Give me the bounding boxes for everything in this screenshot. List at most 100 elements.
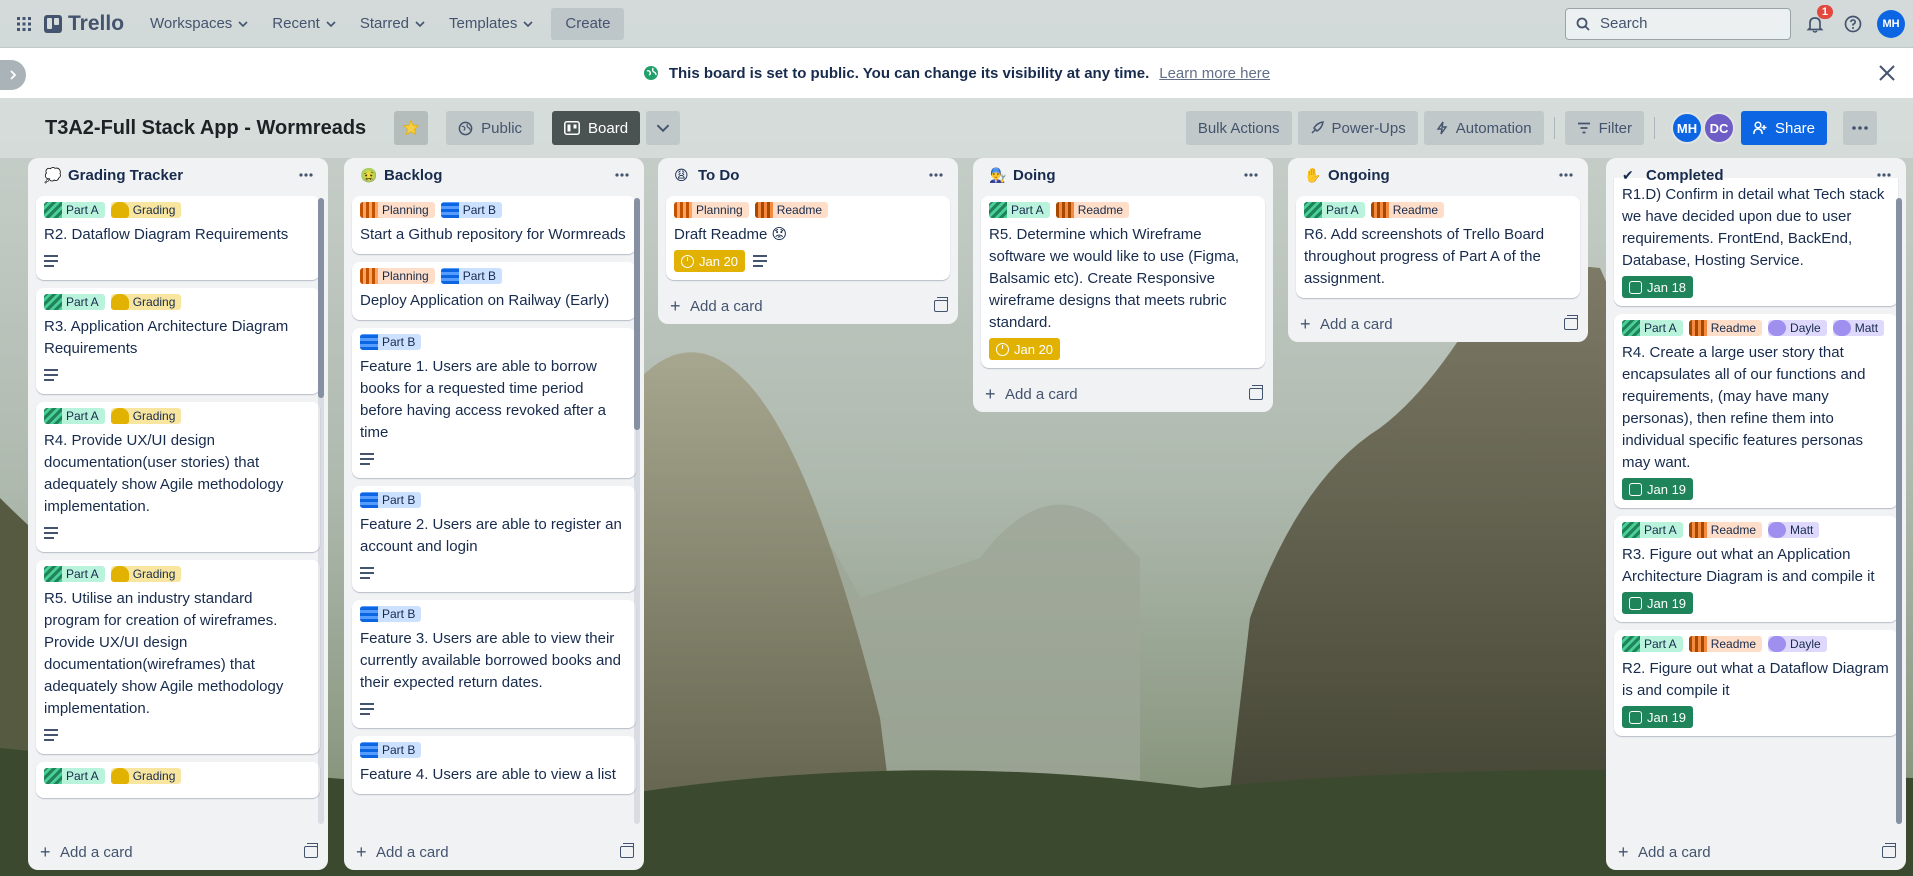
list-title[interactable]: Completed xyxy=(1646,167,1724,184)
card-label[interactable]: Readme xyxy=(1688,636,1763,652)
card-label[interactable]: Grading xyxy=(110,408,182,424)
card-label[interactable]: Part A xyxy=(44,566,105,582)
card[interactable]: Planning Readme Draft Readme 😟 Jan 20 xyxy=(666,196,950,280)
create-button[interactable]: Create xyxy=(551,7,625,40)
due-date-badge[interactable]: Jan 19 xyxy=(1622,706,1694,728)
card-label[interactable]: Part A xyxy=(1622,636,1683,652)
share-button[interactable]: Share xyxy=(1740,111,1827,145)
due-date-badge[interactable]: Jan 18 xyxy=(1622,276,1694,298)
card[interactable]: Part A Grading xyxy=(36,762,320,798)
list-scrollbar-thumb[interactable] xyxy=(634,198,640,430)
card-template-icon[interactable] xyxy=(934,297,948,312)
search-box[interactable]: Search xyxy=(1565,7,1791,40)
board-title[interactable]: T3A2-Full Stack App - Wormreads xyxy=(45,117,366,140)
card-label[interactable]: Part A xyxy=(44,408,105,424)
card-label[interactable]: Grading xyxy=(110,202,182,218)
card[interactable]: Part A Grading R2. Dataflow Diagram Requir… xyxy=(36,196,320,280)
list-title[interactable]: Grading Tracker xyxy=(68,167,183,184)
card-label[interactable]: Readme xyxy=(754,202,829,218)
member-avatar[interactable]: DC xyxy=(1702,112,1735,144)
card[interactable]: Part B Feature 4. Users are able to view … xyxy=(352,736,636,794)
board-view-button[interactable]: Board xyxy=(552,111,641,145)
card-label[interactable]: Part A xyxy=(1622,522,1683,538)
card-label[interactable]: Part B xyxy=(360,334,422,350)
card-label[interactable]: Part A xyxy=(44,294,105,310)
card-label[interactable]: Part A xyxy=(1304,202,1365,218)
member-avatar[interactable]: MH xyxy=(1670,112,1703,144)
card[interactable]: Part A Readme Dayle R2. Figure out what a D… xyxy=(1614,630,1898,736)
list-actions-icon[interactable] xyxy=(1874,165,1894,185)
add-card-button[interactable]: + Add a card xyxy=(344,834,644,870)
learn-more-link[interactable]: Learn more here xyxy=(1159,65,1270,82)
list-header[interactable]: 😩 To Do xyxy=(658,158,958,192)
automation-button[interactable]: Automation xyxy=(1423,111,1544,145)
card-label[interactable]: Part B xyxy=(360,606,422,622)
add-card-button[interactable]: + Add a card xyxy=(658,288,958,324)
card-label[interactable]: Readme xyxy=(1688,320,1763,336)
list-title[interactable]: Doing xyxy=(1013,167,1056,184)
card[interactable]: Part A Readme Matt R3. Figure out what an A… xyxy=(1614,516,1898,622)
board-menu-button[interactable] xyxy=(1843,111,1877,145)
card-label[interactable]: Grading xyxy=(110,294,182,310)
card-template-icon[interactable] xyxy=(620,843,634,858)
list-actions-icon[interactable] xyxy=(612,165,632,185)
card-label[interactable]: Readme xyxy=(1370,202,1445,218)
list-actions-icon[interactable] xyxy=(1556,165,1576,185)
card-label[interactable]: Planning xyxy=(360,202,435,218)
star-board-button[interactable] xyxy=(394,111,429,145)
view-switcher-button[interactable] xyxy=(646,111,681,145)
list-title[interactable]: Ongoing xyxy=(1328,167,1390,184)
list-title[interactable]: To Do xyxy=(698,167,739,184)
list-actions-icon[interactable] xyxy=(296,165,316,185)
recent-menu[interactable]: Recent xyxy=(260,8,348,40)
card-label[interactable]: Planning xyxy=(674,202,749,218)
list-actions-icon[interactable] xyxy=(1241,165,1261,185)
card[interactable]: Part A Grading R3. Application Architectur… xyxy=(36,288,320,394)
card[interactable]: Part A Grading R5. Utilise an industry sta… xyxy=(36,560,320,754)
card-label[interactable]: Part A xyxy=(1622,320,1683,336)
card[interactable]: R1.D) Confirm in detail what Tech stack … xyxy=(1614,178,1898,306)
card-label[interactable]: Part A xyxy=(44,768,105,784)
power-ups-button[interactable]: Power-Ups xyxy=(1297,111,1418,145)
card-label[interactable]: Matt xyxy=(1768,522,1820,538)
card[interactable]: Planning Part B Start a Github repository … xyxy=(352,196,636,254)
due-date-badge[interactable]: Jan 20 xyxy=(989,338,1061,360)
card[interactable]: Part B Feature 2. Users are able to regis… xyxy=(352,486,636,592)
card-template-icon[interactable] xyxy=(304,843,318,858)
card-label[interactable]: Part B xyxy=(360,492,422,508)
workspaces-menu[interactable]: Workspaces xyxy=(138,8,260,40)
card[interactable]: Part A Readme R5. Determine which Wirefram… xyxy=(981,196,1265,368)
card[interactable]: Part A Grading R4. Provide UX/UI design do… xyxy=(36,402,320,552)
card-template-icon[interactable] xyxy=(1564,315,1578,330)
add-card-button[interactable]: + Add a card xyxy=(973,376,1273,412)
card-label[interactable]: Readme xyxy=(1688,522,1763,538)
card[interactable]: Part B Feature 3. Users are able to view … xyxy=(352,600,636,728)
card-label[interactable]: Part A xyxy=(44,202,105,218)
close-icon[interactable] xyxy=(1875,61,1899,85)
list-header[interactable]: 👨‍🔧 Doing xyxy=(973,158,1273,192)
card[interactable]: Part A Readme R6. Add screenshots of Trell… xyxy=(1296,196,1580,298)
card-label[interactable]: Grading xyxy=(110,768,182,784)
list-header[interactable]: 🤢 Backlog xyxy=(344,158,644,192)
templates-menu[interactable]: Templates xyxy=(437,8,545,40)
card-label[interactable]: Dayle xyxy=(1768,320,1827,336)
card-label[interactable]: Part B xyxy=(440,268,503,284)
card-label[interactable]: Part B xyxy=(440,202,503,218)
trello-logo[interactable]: Trello xyxy=(44,12,124,36)
card-label[interactable]: Dayle xyxy=(1768,636,1827,652)
list-header[interactable]: ✋ Ongoing xyxy=(1288,158,1588,192)
user-avatar[interactable]: MH xyxy=(1877,9,1905,38)
card-label[interactable]: Part B xyxy=(360,742,422,758)
notifications-button[interactable]: 1 xyxy=(1801,4,1833,38)
card[interactable]: Part A Readme Dayle Matt R4. Create a large … xyxy=(1614,314,1898,508)
due-date-badge[interactable]: Jan 19 xyxy=(1622,478,1694,500)
due-date-badge[interactable]: Jan 19 xyxy=(1622,592,1694,614)
list-header[interactable]: 💭 Grading Tracker xyxy=(28,158,328,192)
card-template-icon[interactable] xyxy=(1249,385,1263,400)
add-card-button[interactable]: + Add a card xyxy=(28,834,328,870)
starred-menu[interactable]: Starred xyxy=(348,8,437,40)
list-scrollbar-thumb[interactable] xyxy=(318,198,324,398)
card-label[interactable]: Part A xyxy=(989,202,1050,218)
help-button[interactable] xyxy=(1839,10,1867,38)
visibility-button[interactable]: Public xyxy=(446,111,535,145)
